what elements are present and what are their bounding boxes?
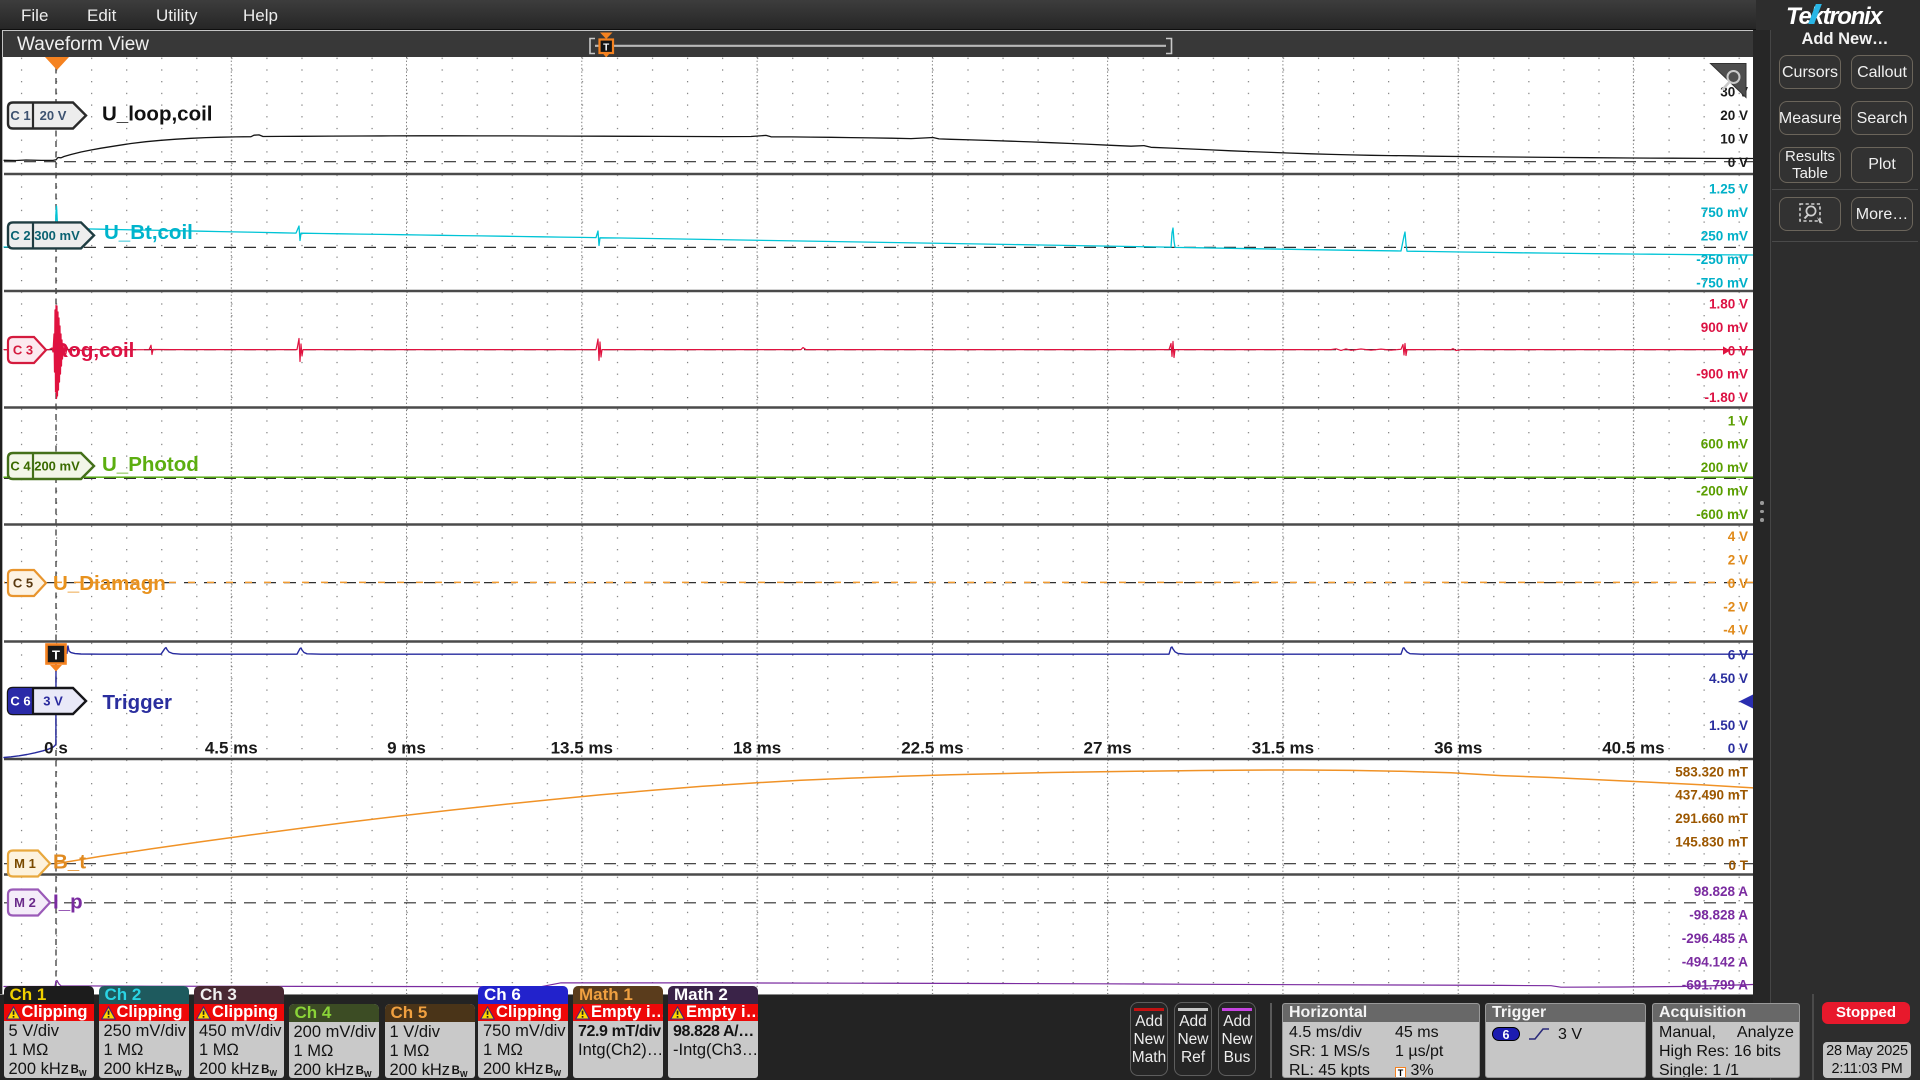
svg-text:M 2: M 2: [14, 895, 36, 910]
svg-text:-200 mV: -200 mV: [1696, 484, 1748, 499]
svg-text:Trigger: Trigger: [103, 691, 173, 714]
svg-text:1.25 V: 1.25 V: [1709, 182, 1748, 197]
svg-text:-750 mV: -750 mV: [1696, 275, 1748, 290]
svg-text:C 4: C 4: [10, 459, 31, 474]
svg-text:2 V: 2 V: [1728, 553, 1748, 568]
svg-text:B_t: B_t: [53, 851, 86, 874]
svg-text:13.5 ms: 13.5 ms: [551, 739, 613, 758]
svg-text:200 mV: 200 mV: [34, 459, 80, 474]
svg-text:1.80 V: 1.80 V: [1709, 297, 1748, 312]
svg-text:98.828 A: 98.828 A: [1694, 884, 1749, 899]
svg-text:291.660 mT: 291.660 mT: [1675, 811, 1749, 826]
svg-text:0 V: 0 V: [1728, 155, 1748, 170]
svg-text:-250 mV: -250 mV: [1696, 252, 1748, 267]
svg-text:250 mV: 250 mV: [1701, 229, 1748, 244]
svg-text:U_Bt,coil: U_Bt,coil: [104, 221, 193, 244]
svg-text:300 mV: 300 mV: [34, 228, 80, 243]
svg-text:-296.485 A: -296.485 A: [1682, 931, 1749, 946]
svg-text:20 V: 20 V: [1720, 108, 1748, 123]
svg-text:T: T: [52, 648, 60, 663]
svg-text:C 2: C 2: [10, 228, 30, 243]
svg-text:750 mV: 750 mV: [1701, 205, 1748, 220]
svg-text:40.5 ms: 40.5 ms: [1602, 739, 1664, 758]
svg-text:0 V: 0 V: [1728, 576, 1748, 591]
svg-text:-600 mV: -600 mV: [1696, 507, 1748, 522]
svg-text:1.50 V: 1.50 V: [1709, 718, 1748, 733]
svg-text:600 mV: 600 mV: [1701, 437, 1748, 452]
svg-text:10 V: 10 V: [1720, 132, 1748, 147]
svg-text:3 V: 3 V: [43, 694, 63, 709]
svg-text:-494.142 A: -494.142 A: [1682, 954, 1749, 969]
svg-text:4.50 V: 4.50 V: [1709, 671, 1748, 686]
svg-text:27 ms: 27 ms: [1083, 739, 1131, 758]
svg-text:437.490 mT: 437.490 mT: [1675, 788, 1749, 803]
svg-text:U_Diamagn: U_Diamagn: [53, 572, 166, 595]
svg-text:Rog,coil: Rog,coil: [54, 339, 135, 362]
svg-text:900 mV: 900 mV: [1701, 320, 1748, 335]
svg-text:M 1: M 1: [14, 856, 36, 871]
svg-text:22.5 ms: 22.5 ms: [901, 739, 963, 758]
svg-text:T: T: [603, 43, 609, 54]
svg-text:-4 V: -4 V: [1723, 623, 1748, 638]
svg-text:4.5 ms: 4.5 ms: [205, 739, 258, 758]
svg-text:C 3: C 3: [13, 343, 33, 358]
svg-text:U_loop,coil: U_loop,coil: [102, 103, 212, 126]
svg-text:36 ms: 36 ms: [1434, 739, 1482, 758]
svg-text:U_Photod: U_Photod: [102, 453, 199, 476]
svg-text:-1.80 V: -1.80 V: [1704, 390, 1748, 405]
svg-text:C 1: C 1: [10, 108, 30, 123]
svg-text:6 V: 6 V: [1728, 648, 1748, 663]
svg-text:4 V: 4 V: [1728, 529, 1748, 544]
svg-text:9 ms: 9 ms: [387, 739, 426, 758]
svg-text:1 V: 1 V: [1728, 413, 1748, 428]
svg-text:-98.828 A: -98.828 A: [1689, 908, 1748, 923]
svg-text:-691.799 A: -691.799 A: [1682, 978, 1749, 993]
svg-text:18 ms: 18 ms: [733, 739, 781, 758]
svg-text:-2 V: -2 V: [1723, 599, 1748, 614]
svg-text:0 V: 0 V: [1728, 741, 1748, 756]
svg-text:20 V: 20 V: [40, 108, 67, 123]
svg-text:C 5: C 5: [13, 576, 33, 591]
svg-text:31.5 ms: 31.5 ms: [1252, 739, 1314, 758]
svg-text:-900 mV: -900 mV: [1696, 367, 1748, 382]
svg-text:0 V: 0 V: [1728, 343, 1748, 358]
svg-text:I_p: I_p: [53, 891, 83, 914]
svg-text:C 6: C 6: [10, 694, 30, 709]
svg-text:0 T: 0 T: [1728, 858, 1748, 873]
svg-text:200 mV: 200 mV: [1701, 460, 1748, 475]
svg-text:145.830 mT: 145.830 mT: [1675, 835, 1749, 850]
svg-text:0 s: 0 s: [44, 739, 68, 758]
svg-text:583.320 mT: 583.320 mT: [1675, 764, 1749, 779]
